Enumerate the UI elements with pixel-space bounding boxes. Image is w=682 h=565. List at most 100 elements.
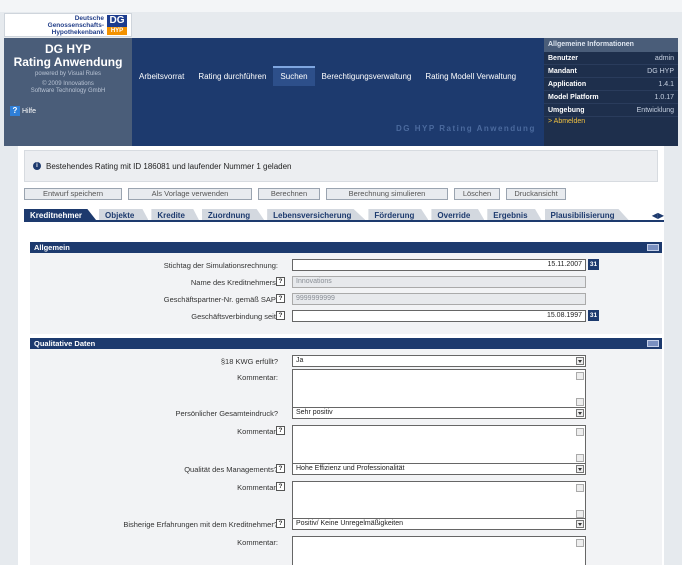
scroll-up-icon[interactable] <box>576 484 584 492</box>
tab-bar: Kreditnehmer Objekte Kredite Zuordnung L… <box>24 209 664 222</box>
app-branding: DG HYP Rating Anwendung powered by Visua… <box>4 38 132 146</box>
tab-foerderung[interactable]: Förderung <box>368 209 429 220</box>
mgmt-kommentar-textarea[interactable] <box>292 481 586 521</box>
panel-qualitative-title: Qualitative Daten <box>34 339 96 348</box>
action-toolbar: Entwurf speichern Als Vorlage verwenden … <box>24 188 572 200</box>
gesamt-kommentar-textarea[interactable] <box>292 425 586 465</box>
info-value: 1.4.1 <box>658 81 674 88</box>
row-erf-kommentar: Kommentar: <box>30 536 662 565</box>
erf-kommentar-textarea[interactable] <box>292 536 586 565</box>
help-label: Hilfe <box>22 107 37 115</box>
info-value: admin <box>654 55 674 62</box>
kommentar-label: Kommentar: <box>237 427 278 436</box>
berechnung-simulieren-button[interactable]: Berechnung simulieren <box>326 188 448 200</box>
stichtag-label: Stichtag der Simulationsrechnung: <box>163 261 278 270</box>
panel-collapse-icon[interactable] <box>647 244 659 251</box>
copyright-line1: © 2009 Innovations <box>42 81 94 87</box>
logo-mark-top: DG <box>107 15 127 27</box>
scroll-down-icon[interactable] <box>576 510 584 518</box>
logo-mark-bottom: HYP <box>107 27 127 35</box>
kwg-select[interactable]: Ja <box>292 355 586 367</box>
gesamteindruck-select[interactable]: Sehr positiv <box>292 407 586 419</box>
row-kwg: §18 KWG erfüllt? Ja <box>30 355 662 369</box>
kommentar-label: Kommentar: <box>237 483 278 492</box>
copyright: © 2009 Innovations Software Technology G… <box>4 81 132 95</box>
scroll-down-icon[interactable] <box>576 454 584 462</box>
info-panel: Allgemeine Informationen Benutzer admin M… <box>544 38 678 146</box>
panel-allgemein-title: Allgemein <box>34 243 70 252</box>
entwurf-speichern-button[interactable]: Entwurf speichern <box>24 188 122 200</box>
tab-scroll-arrows-icon[interactable]: ◀▶ <box>652 209 664 222</box>
tab-kreditnehmer[interactable]: Kreditnehmer <box>24 209 97 220</box>
row-erfahrungen: Bisherige Erfahrungen mit dem Kreditnehm… <box>30 518 662 532</box>
info-row-umgebung: Umgebung Entwicklung <box>544 104 678 117</box>
help-question-icon[interactable]: ? <box>276 464 285 473</box>
gesamteindruck-value: Sehr positiv <box>296 409 333 416</box>
bank-logo: Deutsche Genossenschafts- Hypothekenbank… <box>4 13 132 37</box>
druckansicht-button[interactable]: Druckansicht <box>506 188 566 200</box>
help-question-icon[interactable]: ? <box>276 426 285 435</box>
scroll-up-icon[interactable] <box>576 539 584 547</box>
calendar-icon[interactable]: 31 <box>588 259 599 270</box>
panel-collapse-icon[interactable] <box>647 340 659 347</box>
info-row-model-platform: Model Platform 1.0.17 <box>544 91 678 104</box>
dropdown-arrow-icon <box>576 465 584 473</box>
info-row-application: Application 1.4.1 <box>544 78 678 91</box>
tab-kredite[interactable]: Kredite <box>151 209 199 220</box>
tab-zuordnung[interactable]: Zuordnung <box>201 209 265 220</box>
help-link[interactable]: ? Hilfe <box>10 106 36 116</box>
management-value: Hohe Effizienz und Professionalität <box>296 465 405 472</box>
scroll-down-icon[interactable] <box>576 398 584 406</box>
berechnen-button[interactable]: Berechnen <box>258 188 320 200</box>
info-title: Allgemeine Informationen <box>544 38 678 52</box>
tab-objekte[interactable]: Objekte <box>99 209 149 220</box>
panel-allgemein-header: Allgemein <box>30 242 662 253</box>
nav-suchen[interactable]: Suchen <box>273 66 315 86</box>
row-name: Name des Kreditnehmers: ? Innovations <box>30 276 662 290</box>
management-select[interactable]: Hohe Effizienz und Professionalität <box>292 463 586 475</box>
powered-by: powered by Visual Rules <box>35 71 101 77</box>
scroll-up-icon[interactable] <box>576 372 584 380</box>
help-question-icon[interactable]: ? <box>276 519 285 528</box>
info-icon: i <box>33 162 41 170</box>
logout-link[interactable]: > Abmelden <box>544 117 678 126</box>
info-key: Benutzer <box>548 55 578 62</box>
logo-mark: DG HYP <box>107 15 127 35</box>
copyright-line2: Software Technology GmbH <box>30 88 106 94</box>
loeschen-button[interactable]: Löschen <box>454 188 500 200</box>
kwg-kommentar-textarea[interactable] <box>292 369 586 409</box>
management-label: Qualität des Managements? <box>184 465 278 474</box>
als-vorlage-button[interactable]: Als Vorlage verwenden <box>128 188 252 200</box>
nav-berechtigungsverwaltung[interactable]: Berechtigungsverwaltung <box>315 66 419 86</box>
help-question-icon[interactable]: ? <box>276 482 285 491</box>
erfahrungen-select[interactable]: Positiv/ Keine Unregelmäßigkeiten <box>292 518 586 530</box>
dropdown-arrow-icon <box>576 409 584 417</box>
help-question-icon[interactable]: ? <box>276 311 285 320</box>
help-icon: ? <box>10 106 20 116</box>
tab-override[interactable]: Override <box>431 209 485 220</box>
tab-lebensversicherung[interactable]: Lebensversicherung <box>267 209 366 220</box>
scroll-up-icon[interactable] <box>576 428 584 436</box>
panel-qualitative-daten: Qualitative Daten §18 KWG erfüllt? Ja Ko… <box>30 338 662 565</box>
row-kwg-kommentar: Kommentar: <box>30 369 662 409</box>
geschaeftsverbindung-input[interactable]: 15.08.1997 <box>292 310 586 322</box>
help-question-icon[interactable]: ? <box>276 294 285 303</box>
panel-qualitative-header: Qualitative Daten <box>30 338 662 349</box>
info-row-benutzer: Benutzer admin <box>544 52 678 65</box>
calendar-icon[interactable]: 31 <box>588 310 599 321</box>
help-question-icon[interactable]: ? <box>276 277 285 286</box>
status-message-text: Bestehendes Rating mit ID 186081 und lau… <box>46 161 292 171</box>
logo-line2: Genossenschafts- <box>47 21 104 29</box>
kommentar-label: Kommentar: <box>237 538 278 547</box>
stichtag-input[interactable]: 15.11.2007 <box>292 259 586 271</box>
nav-rating-durchfuehren[interactable]: Rating durchführen <box>191 66 273 86</box>
tab-plausibilisierung[interactable]: Plausibilisierung <box>544 209 629 220</box>
nav-arbeitsvorrat[interactable]: Arbeitsvorrat <box>132 66 191 86</box>
info-value: 1.0.17 <box>654 94 674 101</box>
status-message: i Bestehendes Rating mit ID 186081 und l… <box>24 150 658 182</box>
info-row-mandant: Mandant DG HYP <box>544 65 678 78</box>
tab-ergebnis[interactable]: Ergebnis <box>487 209 542 220</box>
row-stichtag: Stichtag der Simulationsrechnung: 15.11.… <box>30 259 662 273</box>
nav-rating-modell-verwaltung[interactable]: Rating Modell Verwaltung <box>418 66 523 86</box>
app-header: DG HYP Rating Anwendung powered by Visua… <box>4 38 678 146</box>
